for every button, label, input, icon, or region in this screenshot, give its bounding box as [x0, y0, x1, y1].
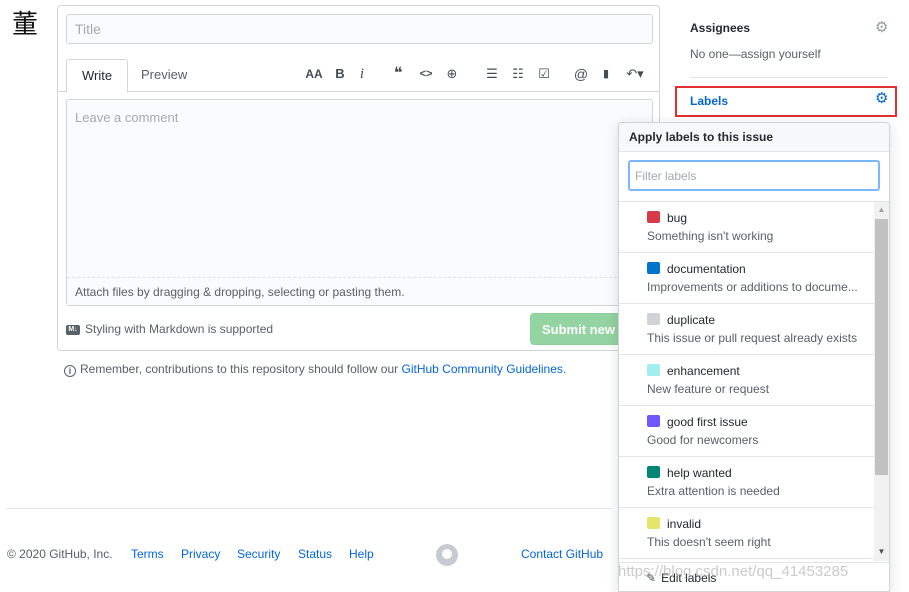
guidelines-note: i Remember, contributions to this reposit…: [64, 361, 566, 377]
footer-terms-link[interactable]: Terms: [131, 547, 164, 561]
info-icon: i: [64, 365, 76, 377]
title-input[interactable]: [66, 14, 653, 44]
footer-privacy-link[interactable]: Privacy: [181, 547, 220, 561]
footer-help-link[interactable]: Help: [349, 547, 374, 561]
task-list-icon[interactable]: ☑: [535, 64, 553, 84]
code-icon[interactable]: <>: [417, 64, 435, 84]
italic-icon[interactable]: i: [353, 64, 371, 84]
label-name: enhancement: [667, 364, 740, 378]
issue-editor: Write Preview AA B i ❝ <> ⊕ ☰ ☷ ☑ @ ▮ ↶▾…: [57, 5, 660, 351]
label-color-swatch: [647, 262, 660, 274]
label-color-swatch: [647, 517, 660, 529]
reply-icon[interactable]: ↶▾: [621, 64, 649, 84]
mention-icon[interactable]: @: [572, 64, 590, 84]
scroll-up-icon[interactable]: ▲: [874, 203, 889, 217]
link-icon[interactable]: ⊕: [443, 64, 461, 84]
footer-status-link[interactable]: Status: [298, 547, 332, 561]
label-name: invalid: [667, 517, 702, 531]
label-description: Improvements or additions to docume...: [647, 280, 858, 294]
labels-list: bug Something isn't working documentation I…: [619, 202, 874, 562]
comment-textarea[interactable]: [67, 100, 652, 278]
guidelines-prefix: Remember, contributions to this reposito…: [80, 362, 402, 376]
unordered-list-icon[interactable]: ☰: [483, 64, 501, 84]
github-logo-icon[interactable]: [436, 544, 458, 566]
label-name: bug: [667, 211, 688, 225]
footer-divider: [6, 508, 612, 509]
attach-files-bar[interactable]: Attach files by dragging & dropping, sel…: [67, 277, 652, 305]
community-guidelines-link[interactable]: GitHub Community Guidelines: [402, 362, 563, 376]
label-description: Good for newcomers: [647, 433, 759, 447]
label-description: Something isn't working: [647, 229, 774, 243]
bold-icon[interactable]: B: [331, 64, 349, 84]
scroll-down-icon[interactable]: ▼: [874, 545, 889, 559]
label-color-swatch: [647, 415, 660, 427]
footer-contact-link[interactable]: Contact GitHub: [521, 547, 603, 561]
bookmark-icon[interactable]: ▮: [597, 64, 615, 84]
label-description: This doesn't seem right: [647, 535, 771, 549]
comment-field[interactable]: Attach files by dragging & dropping, sel…: [66, 99, 653, 306]
watermark: https://blog.csdn.net/qq_41453285: [618, 563, 849, 580]
label-description: Extra attention is needed: [647, 484, 780, 498]
label-item[interactable]: documentation Improvements or additions t…: [619, 253, 874, 304]
ordered-list-icon[interactable]: ☷: [509, 64, 527, 84]
label-name: duplicate: [667, 313, 716, 327]
label-item[interactable]: enhancement New feature or request: [619, 355, 874, 406]
markdown-note[interactable]: M↓ Styling with Markdown is supported: [66, 321, 273, 337]
heading-icon[interactable]: AA: [305, 64, 323, 84]
label-color-swatch: [647, 313, 660, 325]
label-name: good first issue: [667, 415, 748, 429]
assignees-heading[interactable]: Assignees: [690, 21, 750, 35]
label-name: help wanted: [667, 466, 732, 480]
filter-labels-input[interactable]: [628, 160, 880, 191]
label-description: New feature or request: [647, 382, 770, 396]
gear-icon[interactable]: ⚙: [875, 91, 888, 106]
filter-wrap: [619, 152, 889, 202]
label-color-swatch: [647, 466, 660, 478]
markdown-note-text: Styling with Markdown is supported: [85, 322, 274, 336]
label-item[interactable]: invalid This doesn't seem right: [619, 508, 874, 559]
label-item[interactable]: duplicate This issue or pull request alre…: [619, 304, 874, 355]
labels-heading[interactable]: Labels: [690, 94, 728, 108]
quote-icon[interactable]: ❝: [389, 64, 407, 84]
label-color-swatch: [647, 364, 660, 376]
footer-security-link[interactable]: Security: [237, 547, 280, 561]
avatar[interactable]: 董: [8, 8, 42, 42]
label-item[interactable]: help wanted Extra attention is needed: [619, 457, 874, 508]
label-description: This issue or pull request already exist…: [647, 331, 858, 345]
label-item[interactable]: good first issue Good for newcomers: [619, 406, 874, 457]
label-color-swatch: [647, 211, 660, 223]
markdown-icon: M↓: [66, 324, 80, 335]
label-item[interactable]: bug Something isn't working: [619, 202, 874, 253]
tab-preview[interactable]: Preview: [126, 59, 202, 92]
gear-icon[interactable]: ⚙: [875, 20, 888, 35]
tab-write[interactable]: Write: [66, 59, 129, 93]
assign-yourself-link[interactable]: No one—assign yourself: [690, 47, 821, 61]
guidelines-suffix: .: [562, 362, 567, 376]
footer-copyright: © 2020 GitHub, Inc.: [7, 547, 113, 561]
dropdown-header: Apply labels to this issue: [619, 123, 889, 152]
scrollbar-thumb[interactable]: [875, 219, 888, 475]
label-name: documentation: [667, 262, 746, 276]
labels-dropdown: Apply labels to this issue bug Something …: [618, 122, 890, 592]
divider: [690, 77, 888, 78]
